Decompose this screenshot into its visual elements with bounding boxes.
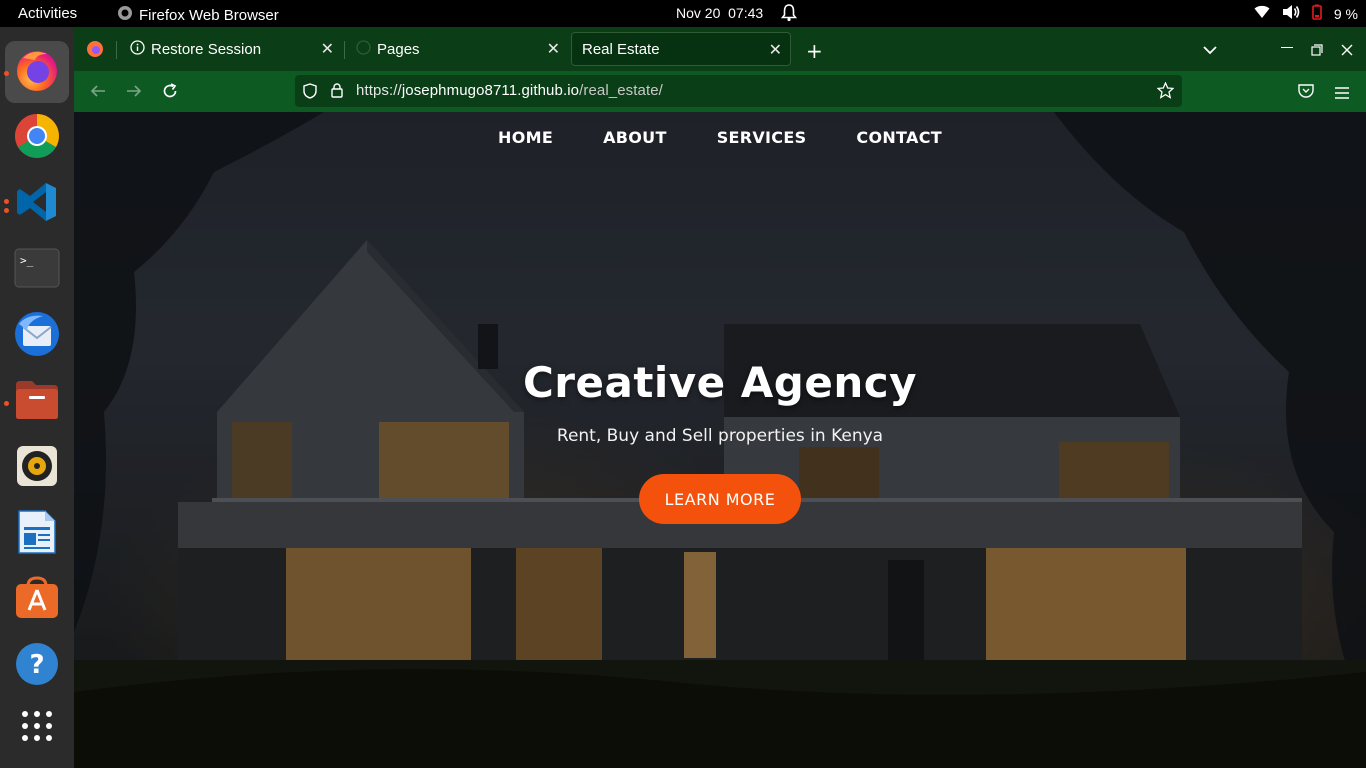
- software-center-icon: [14, 576, 60, 624]
- learn-more-button[interactable]: LEARN MORE: [639, 474, 801, 524]
- dock-show-apps[interactable]: [5, 697, 69, 759]
- hero-subtitle: Rent, Buy and Sell properties in Kenya: [556, 426, 884, 446]
- firefox-small-icon: [117, 5, 133, 25]
- vscode-icon: [15, 180, 59, 228]
- pocket-icon[interactable]: [1298, 83, 1314, 102]
- date-label: Nov 20: [676, 5, 721, 21]
- hamburger-menu-icon[interactable]: [1335, 84, 1349, 103]
- dock-firefox[interactable]: [5, 41, 69, 103]
- bookmark-star-icon[interactable]: [1156, 81, 1175, 103]
- close-tab-icon[interactable]: ✕: [547, 39, 560, 59]
- files-icon: [14, 379, 60, 425]
- tab-restore-session[interactable]: Restore Session ✕: [120, 32, 342, 66]
- nav-about-link[interactable]: ABOUT: [603, 128, 667, 147]
- list-all-tabs-chevron-icon[interactable]: [1203, 40, 1217, 59]
- hero-section: HOME ABOUT SERVICES CONTACT Creative Age…: [74, 112, 1366, 768]
- dock-files[interactable]: [5, 371, 69, 433]
- dock-terminal[interactable]: >_: [5, 239, 69, 301]
- system-top-bar: Activities Firefox Web Browser Nov 20 07…: [0, 0, 1366, 27]
- wifi-icon: [1254, 5, 1270, 22]
- app-menu-label: Firefox Web Browser: [139, 6, 279, 24]
- time-label: 07:43: [728, 5, 764, 21]
- forward-arrow-icon[interactable]: [126, 83, 142, 103]
- dock-writer[interactable]: [5, 503, 69, 565]
- tab-label: Pages: [377, 40, 420, 58]
- tab-real-estate[interactable]: Real Estate ✕: [571, 32, 791, 66]
- restore-window-icon[interactable]: [1311, 41, 1323, 60]
- firefox-icon: [13, 46, 61, 98]
- minimize-window-icon[interactable]: [1281, 47, 1293, 48]
- browser-nav-bar: https://josephmugo8711.github.io/real_es…: [74, 71, 1366, 112]
- libreoffice-writer-icon: [17, 509, 57, 559]
- tab-label: Real Estate: [582, 40, 660, 58]
- dock-vscode[interactable]: [5, 173, 69, 235]
- volume-icon: [1282, 4, 1300, 23]
- help-icon: ?: [14, 641, 60, 691]
- reload-icon[interactable]: [162, 83, 178, 103]
- dock-chrome[interactable]: [5, 107, 69, 169]
- tab-pages[interactable]: Pages ✕: [346, 32, 568, 66]
- battery-percent: 9 %: [1333, 5, 1358, 22]
- browser-tab-bar: Restore Session ✕ Pages ✕ Real Estate ✕ …: [74, 27, 1366, 71]
- svg-text:?: ?: [29, 650, 44, 680]
- github-icon: [356, 39, 371, 59]
- notification-bell-icon[interactable]: [780, 4, 798, 26]
- lock-icon[interactable]: [331, 83, 343, 102]
- dock-help[interactable]: ?: [5, 635, 69, 697]
- info-icon: [130, 39, 145, 59]
- close-window-icon[interactable]: [1341, 41, 1353, 60]
- chrome-icon: [13, 112, 61, 164]
- site-nav: HOME ABOUT SERVICES CONTACT: [74, 128, 1366, 147]
- rhythmbox-icon: [15, 444, 59, 492]
- tab-label: Restore Session: [151, 40, 262, 58]
- address-bar[interactable]: https://josephmugo8711.github.io/real_es…: [295, 75, 1182, 107]
- svg-text:>_: >_: [20, 254, 34, 267]
- dock-software-center[interactable]: [5, 569, 69, 631]
- battery-low-icon: [1312, 4, 1322, 23]
- terminal-icon: >_: [14, 248, 60, 292]
- thunderbird-icon: [13, 310, 61, 362]
- nav-contact-link[interactable]: CONTACT: [856, 128, 942, 147]
- dock-rhythmbox[interactable]: [5, 437, 69, 499]
- system-tray[interactable]: 9 %: [1254, 4, 1358, 23]
- nav-services-link[interactable]: SERVICES: [717, 128, 807, 147]
- app-grid-icon: [20, 709, 54, 747]
- activities-button[interactable]: Activities: [18, 5, 77, 22]
- firefox-view-icon[interactable]: [86, 40, 104, 62]
- back-arrow-icon[interactable]: [90, 83, 106, 103]
- close-tab-icon[interactable]: ✕: [769, 40, 782, 60]
- url-host: josephmugo8711.github.io: [401, 82, 580, 99]
- clock[interactable]: Nov 20 07:43: [676, 5, 763, 21]
- tracking-protection-shield-icon[interactable]: [303, 83, 317, 103]
- close-tab-icon[interactable]: ✕: [321, 39, 334, 59]
- nav-home-link[interactable]: HOME: [498, 128, 553, 147]
- url-path: /real_estate/: [579, 82, 663, 99]
- hero-title: Creative Agency: [522, 358, 918, 407]
- dock: >_ ?: [0, 27, 74, 768]
- dock-thunderbird[interactable]: [5, 305, 69, 367]
- url-text: https://josephmugo8711.github.io/real_es…: [356, 82, 663, 99]
- app-menu[interactable]: Firefox Web Browser: [117, 5, 279, 25]
- url-scheme: https://: [356, 82, 402, 99]
- new-tab-plus-icon[interactable]: +: [806, 39, 823, 63]
